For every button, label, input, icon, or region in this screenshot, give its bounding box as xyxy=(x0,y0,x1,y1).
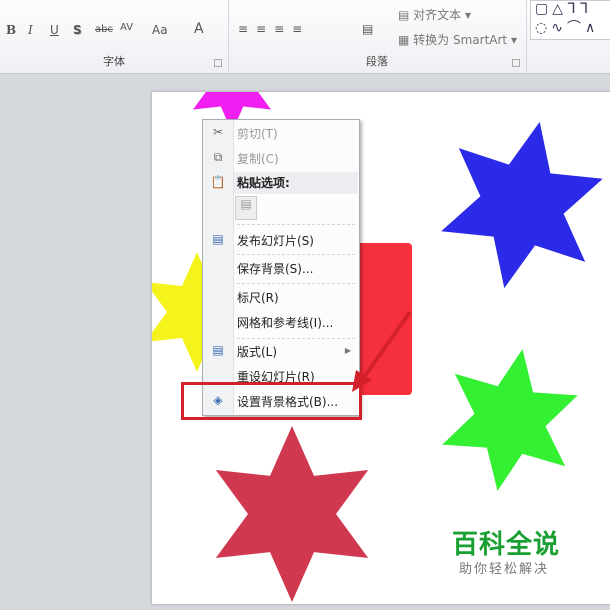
annotation-arrow xyxy=(352,310,412,392)
